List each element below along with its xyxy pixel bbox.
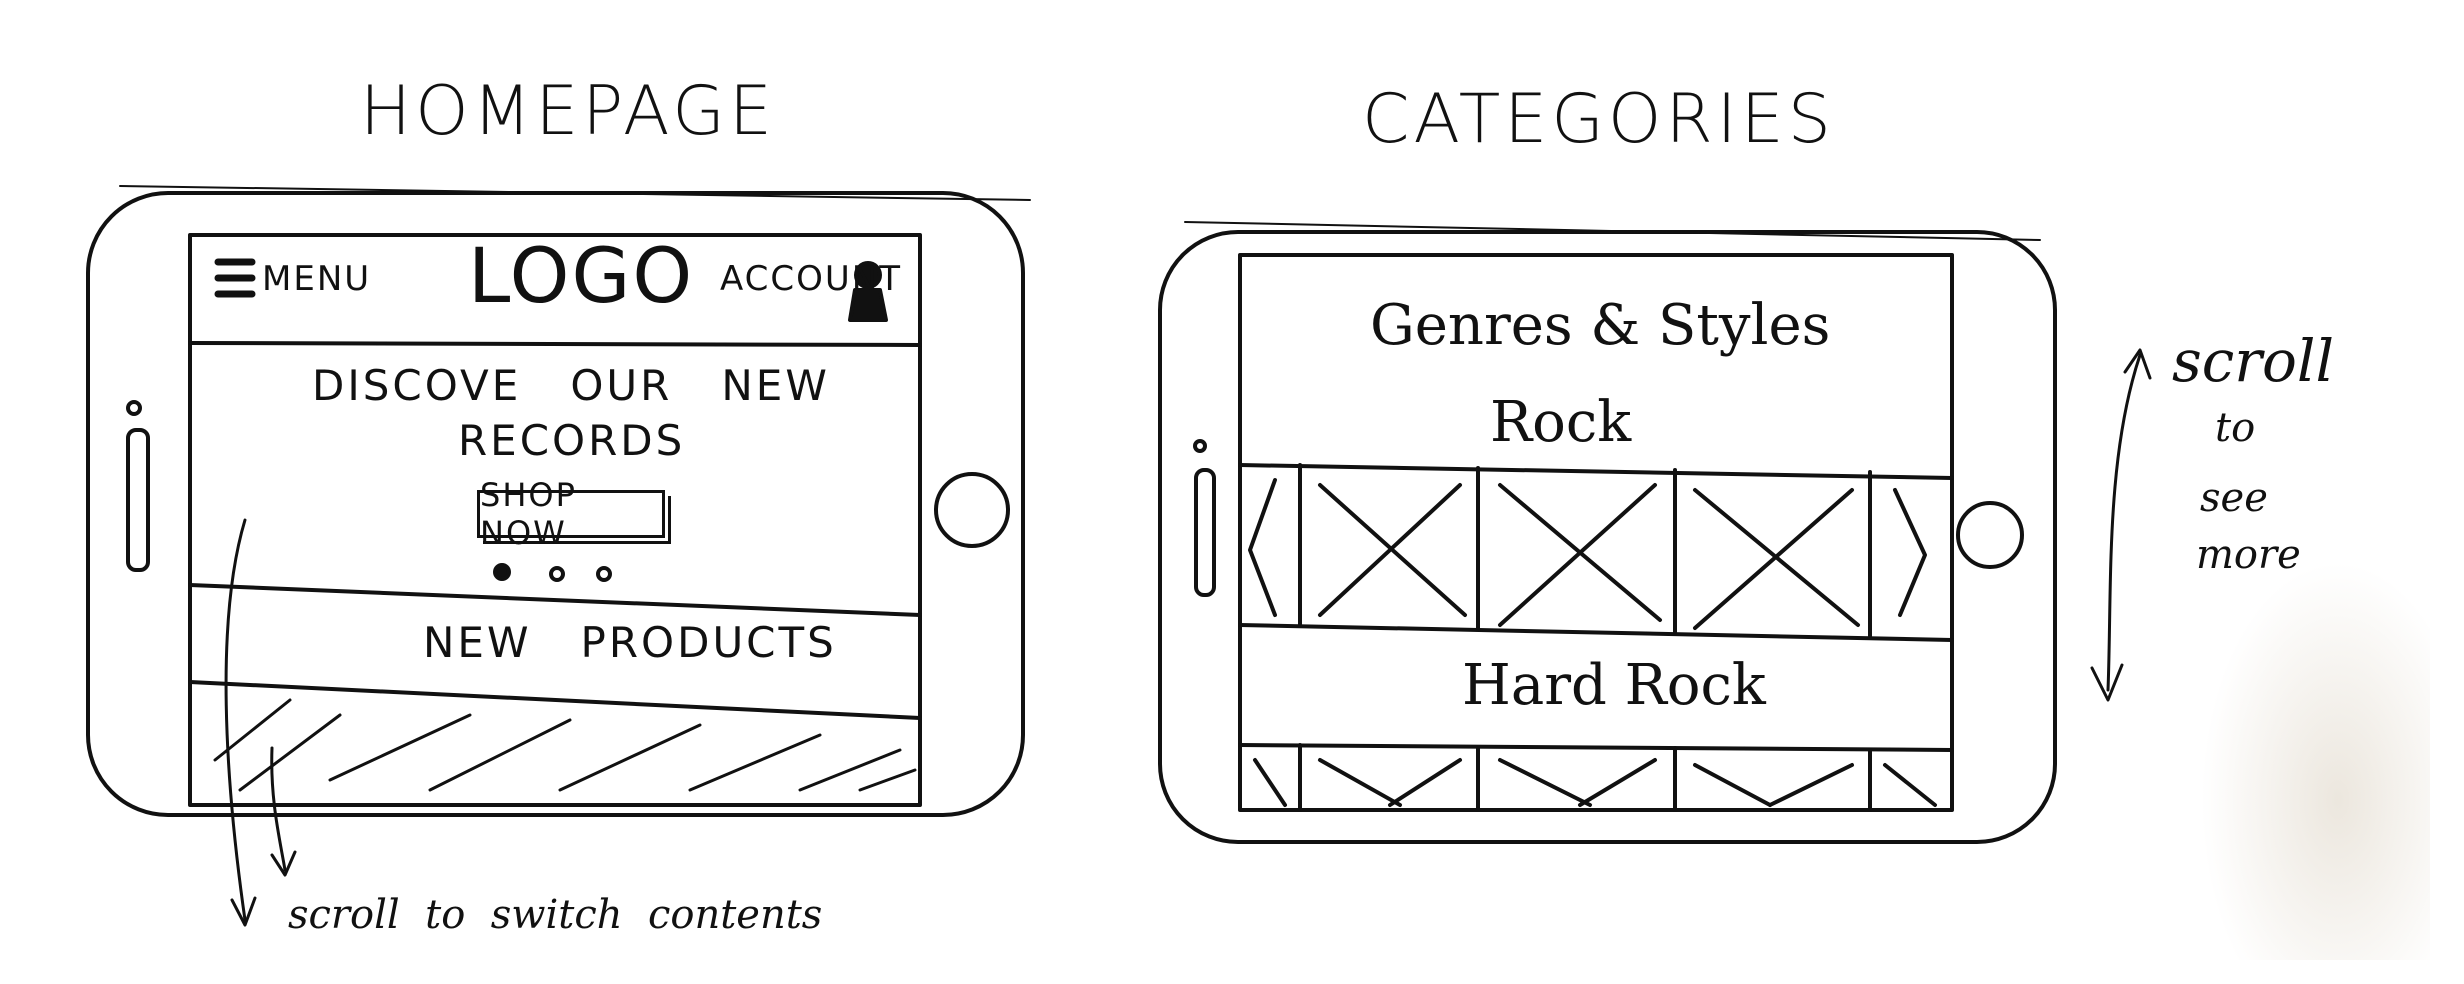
categories-title: CATEGORIES: [1362, 80, 1835, 159]
scroll-note-line3: see: [2200, 475, 2268, 521]
rock-tile-placeholders: [1318, 483, 1860, 630]
genres-heading: Genres & Styles: [1370, 293, 1831, 358]
sketch-canvas: HOMEPAGE MENU LOGO ACCOUNT DISCOVE OUR N…: [0, 0, 2464, 984]
new-products-heading: NEW PRODUCTS: [423, 618, 837, 667]
genre-label-rock[interactable]: Rock: [1490, 395, 1631, 451]
menu-icon: [214, 258, 256, 298]
genre-label-hard-rock[interactable]: Hard Rock: [1462, 658, 1766, 714]
carousel-dot-3: [596, 566, 612, 582]
categories-home-button: [1956, 501, 2024, 569]
logo[interactable]: LOGO: [468, 238, 694, 314]
account-label[interactable]: ACCOUNT: [720, 262, 902, 296]
carousel-dot-1: [493, 563, 511, 581]
homepage-earpiece: [126, 428, 150, 572]
scroll-note-line1: scroll: [2172, 327, 2334, 395]
shop-now-button[interactable]: SHOP NOW: [477, 476, 665, 552]
homepage-annotation: scroll to switch contents: [288, 892, 823, 938]
hard-rock-tile-placeholders: [1253, 758, 1937, 807]
menu-label[interactable]: MENU: [262, 262, 371, 296]
scroll-note-line2: to: [2215, 405, 2256, 451]
hero-headline-line2: RECORDS: [458, 416, 686, 465]
homepage-title: HOMEPAGE: [360, 72, 776, 151]
carousel-dot-2: [549, 566, 565, 582]
scroll-arrow-long: [224, 518, 247, 922]
hero-headline-line1: DISCOVE OUR NEW: [312, 361, 830, 410]
scroll-note-line4: more: [2196, 532, 2301, 578]
scroll-arrow-vertical: [2106, 353, 2142, 692]
paper-stain: [2200, 560, 2430, 960]
categories-earpiece: [1194, 468, 1216, 597]
homepage-home-button: [934, 472, 1010, 548]
